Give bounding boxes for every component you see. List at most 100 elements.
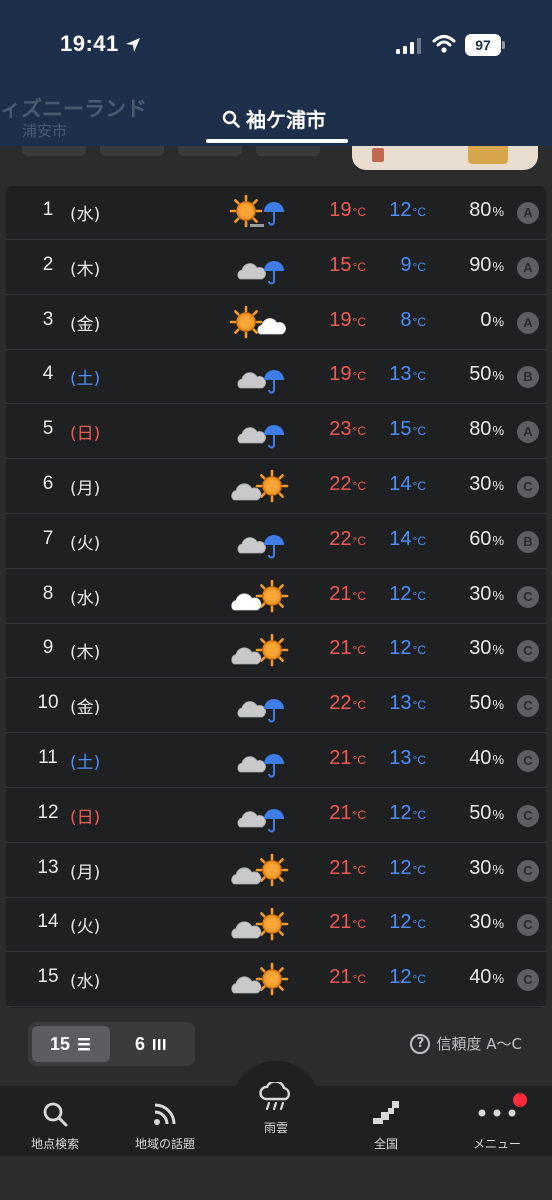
forecast-low: 12°C bbox=[389, 801, 426, 824]
cloud-sun-icon bbox=[231, 469, 289, 503]
daily-forecast-list: 1 (水) 19°C 12°C 80% A 2 (木) 15°C 9°C 90% A 3 (金) 19°C 8… bbox=[6, 186, 546, 1008]
view-6day-label: 6 bbox=[134, 1033, 145, 1054]
forecast-weekday: (木) bbox=[70, 259, 101, 280]
forecast-precip-chance: 40% bbox=[469, 747, 504, 769]
cloud-sun-icon bbox=[231, 853, 289, 886]
tab-nationwide-label: 全国 bbox=[373, 1137, 398, 1151]
view-15day-button[interactable]: 15 bbox=[32, 1026, 110, 1062]
forecast-weekday: (日) bbox=[70, 807, 101, 828]
forecast-day: 1 bbox=[42, 199, 54, 220]
reliability-badge: B bbox=[517, 366, 539, 389]
reliability-badge: B bbox=[517, 530, 539, 553]
forecast-row[interactable]: 15 (水) 21°C 12°C 40% C bbox=[6, 953, 546, 1008]
cloud-sun-icon bbox=[231, 962, 289, 996]
forecast-high: 22°C bbox=[329, 527, 366, 550]
forecast-high: 21°C bbox=[329, 637, 366, 660]
forecast-precip-chance: 50% bbox=[469, 801, 504, 824]
forecast-row[interactable]: 3 (金) 19°C 8°C 0% A bbox=[6, 296, 546, 350]
forecast-low: 12°C bbox=[389, 911, 426, 934]
tab-rain-radar[interactable]: 雨雲 bbox=[221, 1082, 331, 1156]
cloud-sun-icon bbox=[231, 634, 289, 667]
reliability-badge: C bbox=[517, 859, 539, 882]
forecast-precip-chance: 50% bbox=[469, 692, 504, 715]
forecast-day: 2 bbox=[42, 253, 54, 275]
forecast-day: 6 bbox=[42, 473, 54, 494]
forecast-high: 22°C bbox=[329, 473, 366, 495]
tab-local-topics[interactable]: 地域の話題 bbox=[110, 1086, 220, 1156]
wifi-icon bbox=[432, 35, 456, 53]
forecast-row[interactable]: 7 (火) 22°C 14°C 60% B bbox=[6, 515, 546, 569]
view-15day-label: 15 bbox=[49, 1033, 71, 1054]
forecast-low: 12°C bbox=[389, 199, 426, 221]
forecast-row[interactable]: 1 (水) 19°C 12°C 80% A bbox=[6, 186, 546, 240]
forecast-high: 23°C bbox=[329, 418, 366, 441]
tab-local-topics-label: 地域の話題 bbox=[134, 1137, 195, 1151]
forecast-row[interactable]: 13 (月) 21°C 12°C 30% C bbox=[6, 844, 546, 898]
forecast-row[interactable]: 9 (木) 21°C 12°C 30% C bbox=[6, 624, 546, 679]
tab-menu[interactable]: メニュー bbox=[442, 1086, 552, 1156]
forecast-high: 21°C bbox=[329, 911, 366, 934]
forecast-row[interactable]: 10 (金) 22°C 13°C 50% C bbox=[6, 679, 546, 734]
reliability-badge: A bbox=[517, 202, 539, 224]
forecast-precip-chance: 80% bbox=[469, 199, 504, 221]
forecast-precip-chance: 30% bbox=[469, 911, 504, 934]
forecast-low: 14°C bbox=[389, 527, 426, 550]
forecast-low: 13°C bbox=[389, 692, 426, 715]
forecast-low: 15°C bbox=[389, 418, 426, 441]
rss-icon bbox=[154, 1103, 176, 1125]
forecast-day: 15 bbox=[37, 966, 59, 988]
forecast-day: 10 bbox=[37, 692, 59, 714]
forecast-day: 14 bbox=[37, 911, 59, 933]
forecast-high: 21°C bbox=[329, 856, 366, 879]
forecast-row[interactable]: 2 (木) 15°C 9°C 90% A bbox=[6, 241, 546, 295]
reliability-badge: A bbox=[517, 421, 539, 444]
location-tab-active[interactable]: 袖ケ浦市 bbox=[222, 104, 326, 133]
tab-nationwide[interactable]: 全国 bbox=[331, 1086, 441, 1156]
app-header: 19:41 97 ィズニーランド 浦安市 袖ケ浦市 bbox=[0, 0, 552, 146]
forecast-day: 9 bbox=[42, 637, 54, 659]
forecast-row[interactable]: 5 (日) 23°C 15°C 80% A bbox=[6, 405, 546, 460]
reliability-badge: C bbox=[517, 695, 539, 718]
forecast-weekday: (土) bbox=[70, 753, 101, 773]
forecast-row[interactable]: 6 (月) 22°C 14°C 30% C bbox=[6, 460, 546, 514]
cloud-sun-icon bbox=[231, 579, 289, 612]
forecast-row[interactable]: 12 (日) 21°C 12°C 50% C bbox=[6, 789, 546, 843]
forecast-weekday: (木) bbox=[70, 643, 101, 664]
sun-cloud-icon bbox=[229, 305, 286, 338]
tab-menu-label: メニュー bbox=[472, 1137, 521, 1151]
forecast-day: 11 bbox=[38, 747, 58, 768]
location-tab-previous[interactable]: ィズニーランド bbox=[0, 93, 147, 123]
forecast-row[interactable]: 8 (水) 21°C 12°C 30% C bbox=[6, 570, 546, 624]
forecast-weekday: (火) bbox=[70, 533, 101, 554]
view-6day-button[interactable]: 6 bbox=[112, 1026, 190, 1062]
list-icon bbox=[78, 1038, 91, 1051]
cloud-rain-icon bbox=[237, 534, 284, 559]
forecast-high: 19°C bbox=[329, 308, 366, 331]
forecast-precip-chance: 40% bbox=[469, 966, 504, 989]
location-tab-previous-sub: 浦安市 bbox=[22, 122, 68, 140]
forecast-row[interactable]: 11 (土) 21°C 13°C 40% C bbox=[6, 734, 546, 788]
japan-map-icon bbox=[373, 1101, 399, 1124]
bottom-tab-bar: 地点検索 地域の話題 雨雲 全国 メニュー bbox=[0, 1061, 552, 1156]
forecast-high: 15°C bbox=[329, 253, 366, 276]
forecast-row[interactable]: 4 (土) 19°C 13°C 50% B bbox=[6, 350, 546, 405]
forecast-precip-chance: 90% bbox=[469, 253, 504, 276]
reliability-help[interactable]: ? 信頼度 A〜C bbox=[410, 1033, 522, 1054]
forecast-row[interactable]: 14 (火) 21°C 12°C 30% C bbox=[6, 898, 546, 953]
forecast-low: 12°C bbox=[389, 582, 426, 605]
tab-search[interactable]: 地点検索 bbox=[0, 1086, 110, 1156]
forecast-low: 12°C bbox=[389, 966, 426, 989]
search-icon bbox=[222, 110, 240, 128]
columns-icon bbox=[153, 1039, 166, 1050]
forecast-high: 21°C bbox=[329, 966, 366, 989]
forecast-weekday: (月) bbox=[70, 862, 101, 883]
forecast-day: 12 bbox=[37, 801, 59, 823]
forecast-precip-chance: 80% bbox=[469, 418, 504, 441]
reliability-label: 信頼度 A〜C bbox=[436, 1035, 522, 1053]
forecast-day: 8 bbox=[42, 582, 54, 604]
forecast-day: 13 bbox=[37, 856, 59, 878]
forecast-weekday: (土) bbox=[70, 369, 101, 390]
cloud-rain-icon bbox=[237, 425, 284, 449]
forecast-high: 21°C bbox=[329, 801, 366, 824]
reliability-badge: C bbox=[517, 640, 539, 663]
